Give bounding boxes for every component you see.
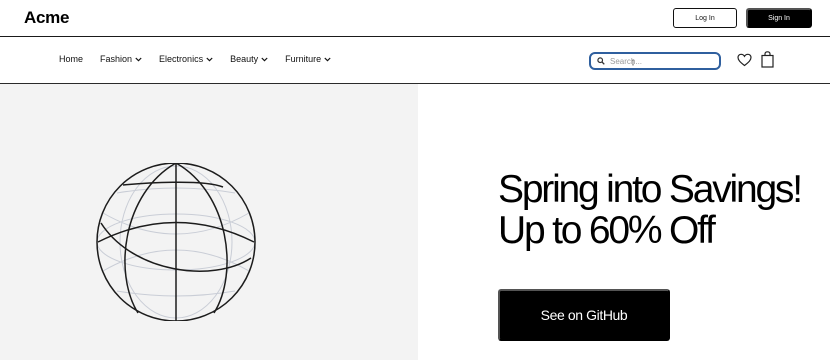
nav-item-home[interactable]: Home xyxy=(59,54,83,64)
nav-item-label: Electronics xyxy=(159,54,204,64)
chevron-down-icon xyxy=(324,57,331,62)
shopping-bag-icon[interactable] xyxy=(761,51,774,68)
nav-item-label: Fashion xyxy=(100,54,133,64)
nav-item-label: Furniture xyxy=(285,54,322,64)
nav-item-label: Home xyxy=(59,54,84,64)
top-bar: Acme Log In Sign In xyxy=(0,0,830,37)
search-input[interactable] xyxy=(610,56,710,66)
hero-image-panel xyxy=(0,84,418,360)
text-cursor-icon xyxy=(632,59,634,66)
search-icon xyxy=(597,57,605,65)
hero-headline: Spring into Savings! Up to 60% Off xyxy=(498,168,803,252)
see-on-github-button[interactable]: See on GitHub xyxy=(498,289,670,341)
heart-icon[interactable] xyxy=(737,53,752,67)
chevron-down-icon xyxy=(206,57,213,62)
nav-bar: Home Fashion Electronics Beauty Furnitur… xyxy=(0,37,830,84)
login-button[interactable]: Log In xyxy=(673,8,737,28)
nav-item-beauty[interactable]: Beauty xyxy=(230,54,268,64)
hero-headline-line2: Up to 60% Off xyxy=(498,209,716,252)
nav-item-label: Beauty xyxy=(230,54,259,64)
hero-text-panel: Spring into Savings! Up to 60% Off See o… xyxy=(418,84,830,360)
nav-item-electronics[interactable]: Electronics xyxy=(159,54,213,64)
nav-item-fashion[interactable]: Fashion xyxy=(100,54,142,64)
signin-button[interactable]: Sign In xyxy=(746,8,812,28)
search-box[interactable] xyxy=(589,52,721,70)
hero-headline-line1: Spring into Savings! xyxy=(498,168,803,211)
nav-item-furniture[interactable]: Furniture xyxy=(285,54,331,64)
chevron-down-icon xyxy=(261,57,268,62)
logo[interactable]: Acme xyxy=(24,8,69,28)
chevron-down-icon xyxy=(135,57,142,62)
nav-menu: Home Fashion Electronics Beauty Furnitur… xyxy=(59,54,348,64)
wireframe-globe-icon xyxy=(96,163,256,321)
